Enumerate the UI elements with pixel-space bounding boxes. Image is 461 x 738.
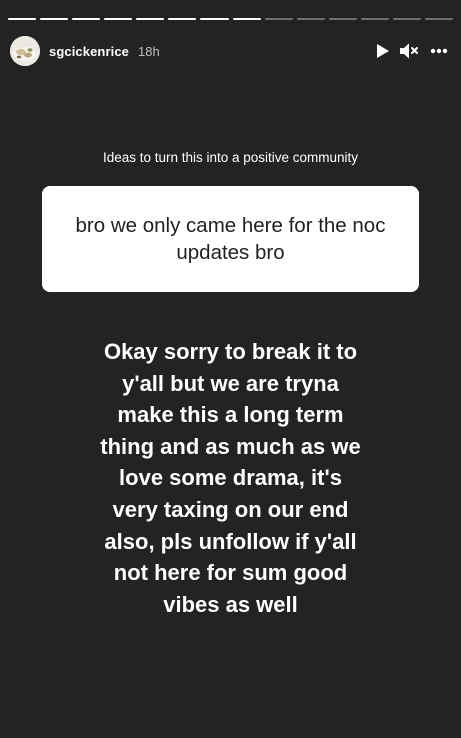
speaker-muted-icon[interactable] — [397, 39, 421, 63]
question-prompt: Ideas to turn this into a positive commu… — [42, 140, 419, 186]
play-icon[interactable] — [371, 39, 395, 63]
progress-segment — [392, 18, 422, 20]
question-sticker[interactable]: Ideas to turn this into a positive commu… — [42, 140, 419, 292]
progress-segment — [425, 18, 454, 20]
progress-segment — [360, 18, 389, 20]
progress-segment — [8, 18, 37, 20]
timestamp: 18h — [137, 43, 160, 59]
progress-segment — [296, 18, 325, 20]
story-viewer[interactable]: sgcickenrice 18h Ideas to turn this into… — [0, 0, 461, 738]
progress-segment — [200, 18, 229, 20]
story-caption-text: Okay sorry to break it to y'all but we a… — [100, 339, 361, 617]
more-options-icon[interactable] — [427, 39, 451, 63]
story-header: sgcickenrice 18h — [10, 34, 451, 68]
progress-segment — [72, 18, 101, 20]
story-progress-bar — [8, 18, 454, 21]
progress-segment — [168, 18, 197, 20]
question-answer: bro we only came here for the noc update… — [42, 186, 419, 292]
progress-segment — [264, 18, 293, 20]
username[interactable]: sgcickenrice — [49, 44, 129, 59]
progress-segment — [104, 18, 133, 20]
progress-segment — [232, 18, 261, 20]
progress-segment — [40, 18, 69, 20]
avatar[interactable] — [10, 36, 40, 66]
progress-segment — [328, 18, 357, 20]
progress-segment — [136, 18, 165, 20]
